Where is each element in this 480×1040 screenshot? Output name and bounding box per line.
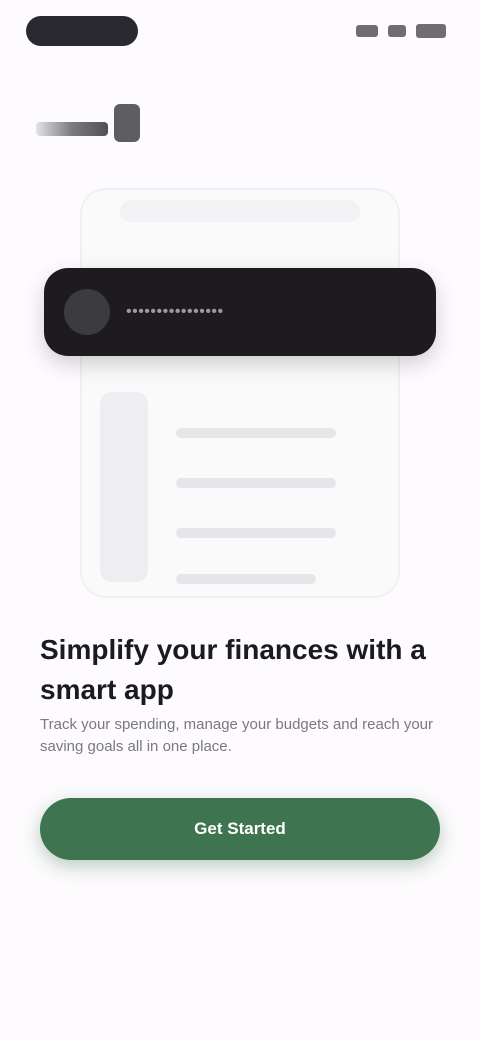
list-line bbox=[176, 428, 336, 438]
logo-wordmark bbox=[36, 122, 108, 136]
status-time: 12:00 bbox=[26, 16, 138, 46]
list-line bbox=[176, 478, 336, 488]
illustration-topbar bbox=[120, 200, 360, 222]
illustration-card: •••••••••••••••• bbox=[44, 268, 436, 356]
card-masked-text: •••••••••••••••• bbox=[126, 303, 224, 320]
app-logo bbox=[36, 104, 140, 148]
card-avatar-icon bbox=[64, 289, 110, 335]
illustration-list bbox=[100, 392, 384, 592]
status-icons bbox=[356, 24, 446, 38]
signal-icon bbox=[388, 25, 406, 37]
list-rail bbox=[100, 392, 148, 582]
status-bar: 12:00 bbox=[0, 0, 480, 64]
battery-icon bbox=[416, 24, 446, 38]
onboarding-heading: Simplify your finances with a smart app bbox=[40, 634, 426, 705]
list-line bbox=[176, 574, 316, 584]
list-line bbox=[176, 528, 336, 538]
get-started-button[interactable]: Get Started bbox=[40, 798, 440, 860]
wifi-icon bbox=[356, 25, 378, 37]
onboarding-description: Track your spending, manage your budgets… bbox=[40, 716, 434, 755]
logo-badge-icon bbox=[114, 104, 140, 142]
